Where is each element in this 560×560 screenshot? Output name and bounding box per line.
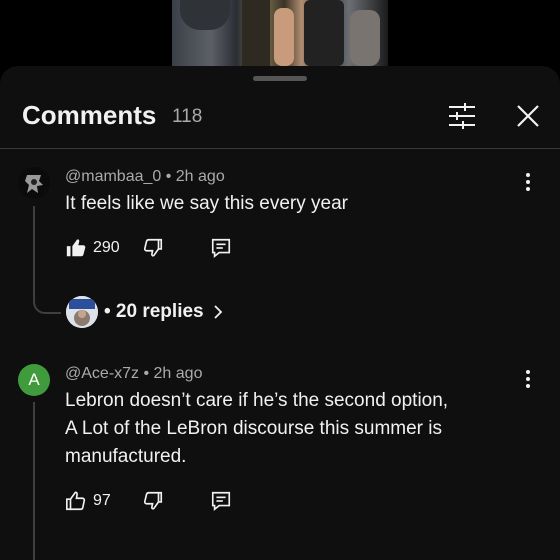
video-figure: [350, 10, 380, 66]
replies-label: • 20 replies: [104, 301, 204, 322]
reply-button[interactable]: [210, 237, 232, 259]
filter-sliders-icon: [449, 103, 475, 129]
like-count: 97: [93, 492, 111, 509]
header-divider: [0, 148, 560, 149]
comment-meta: @mambaa_0 • 2h ago: [65, 168, 225, 185]
comment-text: Lebron doesn’t care if he’s the second o…: [65, 390, 449, 411]
like-button[interactable]: 97: [65, 490, 111, 512]
comment-text: manufactured.: [65, 446, 187, 467]
video-figure: [274, 8, 294, 66]
avatar[interactable]: [18, 167, 50, 199]
like-count: 290: [93, 239, 120, 256]
thumb-up-icon: [66, 239, 86, 257]
video-thumbnail[interactable]: [172, 0, 388, 66]
thread-line: [33, 206, 61, 314]
reply-avatar-image-icon: [66, 296, 98, 328]
close-icon: [517, 105, 539, 127]
chevron-right-icon: [213, 305, 222, 319]
thumb-down-icon: [143, 491, 163, 510]
more-vert-icon: [526, 173, 530, 191]
comment-meta: @Ace-x7z • 2h ago: [65, 365, 203, 382]
like-button[interactable]: 290: [65, 237, 120, 259]
close-button[interactable]: [512, 100, 544, 132]
filter-button[interactable]: [446, 100, 478, 132]
reply-avatar: [66, 296, 98, 328]
drag-handle[interactable]: [253, 76, 307, 81]
dislike-button[interactable]: [142, 490, 164, 512]
thread-line: [33, 402, 35, 560]
reply-button[interactable]: [210, 490, 232, 512]
reply-comment-icon: [211, 491, 231, 511]
comments-count: 118: [172, 106, 203, 127]
more-options-button[interactable]: [516, 170, 540, 194]
avatar[interactable]: A: [18, 364, 50, 396]
thumb-down-icon: [143, 238, 163, 257]
more-options-button[interactable]: [516, 367, 540, 391]
video-figure: [180, 0, 230, 30]
reply-comment-icon: [211, 238, 231, 258]
video-figure: [304, 0, 344, 66]
comments-title: Comments: [22, 100, 157, 130]
view-replies-button[interactable]: • 20 replies: [66, 296, 226, 328]
more-vert-icon: [526, 370, 530, 388]
video-figure: [242, 0, 270, 66]
comments-header: Comments 118: [0, 90, 560, 146]
thumb-up-icon: [66, 491, 86, 511]
dislike-button[interactable]: [142, 237, 164, 259]
avatar-image-icon: [18, 167, 50, 199]
comment-text: It feels like we say this every year: [65, 193, 348, 214]
comment-text: A Lot of the LeBron discourse this summe…: [65, 418, 443, 439]
video-player-strip[interactable]: [0, 0, 560, 66]
